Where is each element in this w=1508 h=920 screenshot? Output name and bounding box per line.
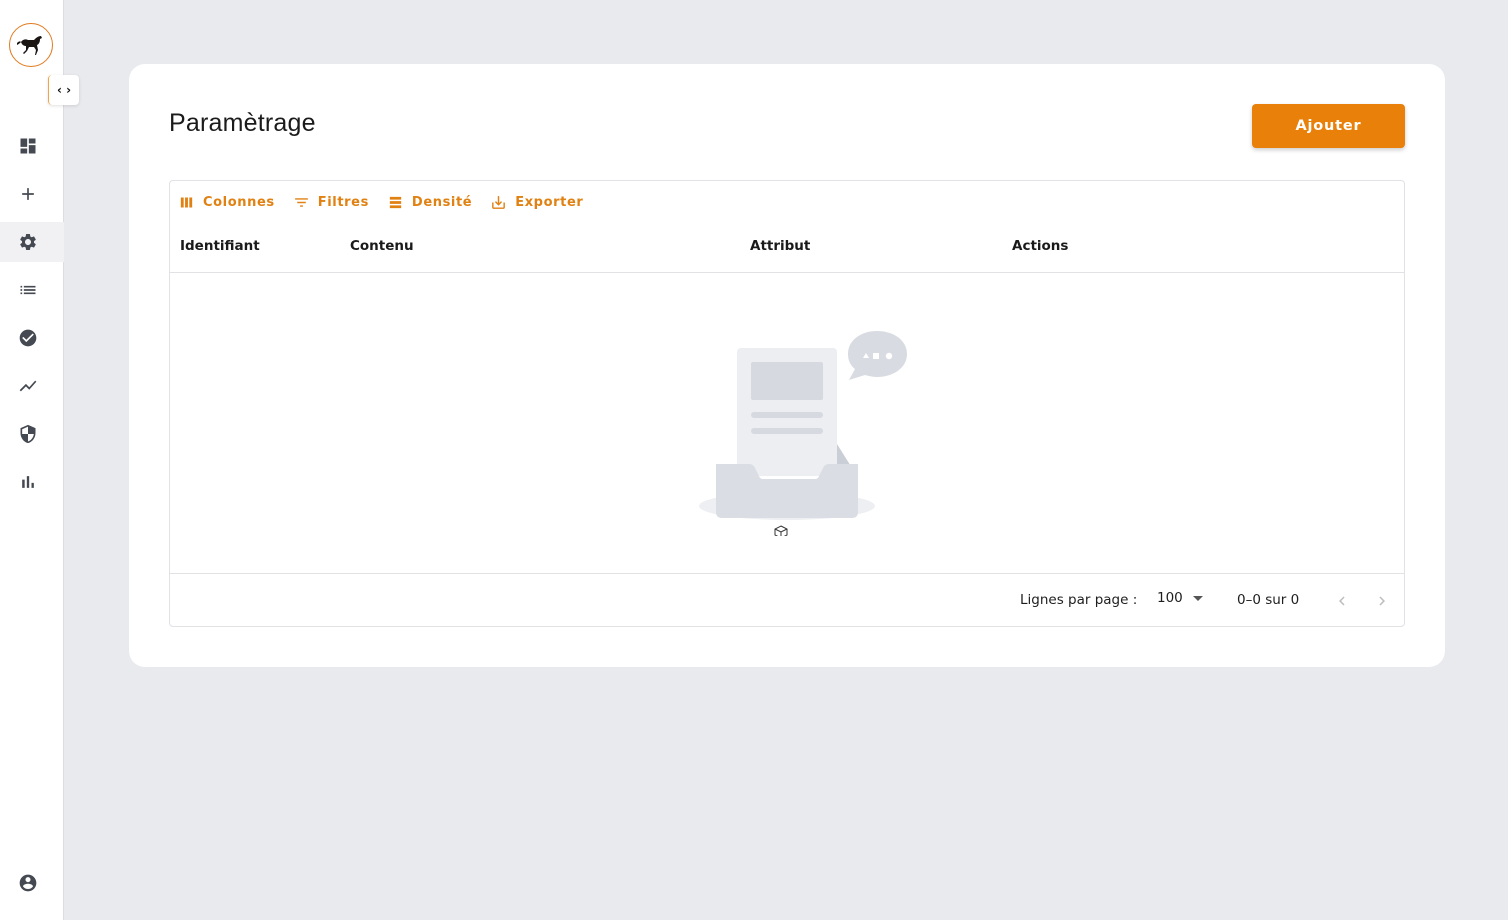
rows-per-page-label: Lignes par page : [1020,592,1138,608]
sidebar-item-dashboard[interactable] [0,126,64,166]
gear-icon [20,234,36,250]
code-chevrons-icon: ‹ › [56,83,72,97]
sidebar-item-validation[interactable] [0,318,64,358]
empty-inbox-icon [699,331,907,539]
settings-card: Paramètrage Ajouter Colonnes Filtres Den… [129,64,1445,667]
rows-per-page-select[interactable]: 100 [1157,590,1203,606]
sidebar-item-trends[interactable] [0,366,64,406]
chevron-right-icon [1379,596,1385,606]
check-circle-icon [19,329,37,347]
previous-page-button[interactable] [1330,589,1354,613]
column-header-contenu[interactable]: Contenu [350,238,414,254]
filter-icon [294,197,308,207]
dashboard-icon [20,138,36,154]
columns-label: Colonnes [203,194,275,210]
trend-line-icon [19,380,37,392]
add-button[interactable]: Ajouter [1252,104,1405,148]
grid-toolbar: Colonnes Filtres Densité Exporter [178,193,601,211]
sidebar-item-settings[interactable] [0,222,64,262]
column-header-actions[interactable]: Actions [1012,238,1068,254]
rows-per-page-value: 100 [1157,590,1183,606]
next-page-button[interactable] [1370,589,1394,613]
export-label: Exporter [515,194,584,210]
export-button[interactable]: Exporter [490,194,583,211]
table-header: Identifiant Contenu Attribut Actions [170,223,1404,273]
plus-icon [22,188,34,200]
chevron-left-icon [1339,596,1345,606]
column-header-attribut[interactable]: Attribut [750,238,810,254]
shield-icon [20,424,36,444]
filters-button[interactable]: Filtres [293,194,369,211]
caret-down-icon [1192,595,1203,601]
page-title: Paramètrage [169,109,316,137]
sidebar-toggle-button[interactable]: ‹ › [48,75,79,105]
sidebar-item-statistics[interactable] [0,462,64,502]
list-icon [20,285,36,295]
data-grid: Colonnes Filtres Densité Exporter Identi… [169,180,1405,627]
bar-chart-icon [22,476,34,488]
view-columns-icon [180,197,193,207]
column-header-identifiant[interactable]: Identifiant [180,238,260,254]
pagination-footer: Lignes par page : 100 0–0 sur 0 [170,573,1404,627]
account-circle-icon [19,874,37,892]
sidebar-item-security[interactable] [0,414,64,454]
pagination-range: 0–0 sur 0 [1237,592,1300,608]
density-label: Densité [411,194,473,210]
sidebar-item-add[interactable] [0,174,64,214]
columns-button[interactable]: Colonnes [178,194,275,211]
horse-logo-icon [17,36,42,55]
density-icon [389,196,402,208]
download-icon [492,195,506,209]
filters-label: Filtres [317,194,369,210]
sidebar-item-list[interactable] [0,270,64,310]
empty-state-illustration [697,316,909,539]
sidebar: ‹ › [0,0,79,920]
brand-logo[interactable] [9,23,53,67]
density-button[interactable]: Densité [387,194,472,211]
user-account-button[interactable] [18,873,38,897]
